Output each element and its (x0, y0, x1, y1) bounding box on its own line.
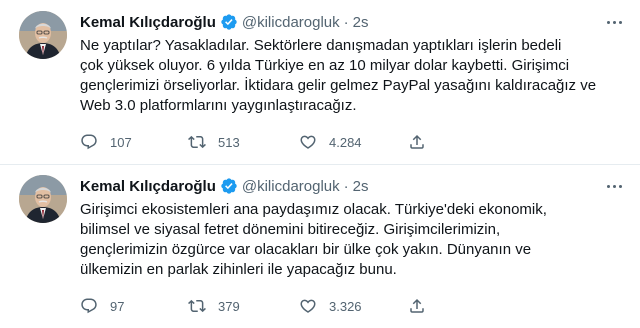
tweet-text-line: ülkemizin en parlak zihinleri ile yapaca… (80, 261, 397, 278)
more-options-icon[interactable] (604, 178, 624, 194)
tweet-text-line: gençlerimizin özgürce var olacakları bir… (80, 241, 532, 258)
retweet-icon (188, 299, 206, 313)
reply-button[interactable]: 107 (80, 132, 132, 152)
author-handle[interactable]: @kilicdarogluk (242, 14, 340, 31)
share-button[interactable] (408, 132, 426, 152)
retweet-button[interactable]: 379 (188, 296, 240, 316)
avatar[interactable] (19, 11, 67, 59)
reply-count: 107 (110, 134, 132, 150)
timestamp[interactable]: 2s (353, 178, 369, 195)
verified-badge-icon (220, 177, 238, 195)
reply-icon (81, 298, 97, 314)
tweet-actions: 107 513 4.284 (80, 132, 600, 152)
reply-count: 97 (110, 298, 125, 314)
like-count: 4.284 (329, 134, 362, 150)
tweet-text: Ne yaptılar? Yasakladılar. Sektörlere da… (80, 36, 600, 116)
tweet-text-line: Web 3.0 platformlarını yaygınlaştıracağı… (80, 97, 357, 114)
tweet-text-line: çok yüksek oluyor. 6 yılda Türkiye en az… (80, 57, 570, 74)
separator-dot: · (343, 13, 349, 31)
tweet[interactable]: Kemal Kılıçdaroğlu @kilicdarogluk · 2s G… (0, 164, 640, 328)
share-icon (410, 134, 424, 149)
timestamp[interactable]: 2s (353, 14, 369, 31)
author-name[interactable]: Kemal Kılıçdaroğlu (80, 178, 216, 195)
retweet-icon (188, 135, 206, 149)
tweet-text-line: bilimsel ve siyasal fetret dönemini biti… (80, 221, 501, 238)
more-options-icon[interactable] (604, 14, 624, 30)
tweet-header: Kemal Kılıçdaroğlu @kilicdarogluk · 2s (80, 176, 368, 196)
heart-icon (300, 135, 316, 149)
retweet-count: 379 (218, 298, 240, 314)
like-button[interactable]: 3.326 (299, 296, 362, 316)
tweet-text-line: gençlerimizi örseliyorlar. İktidara geli… (80, 77, 597, 94)
share-button[interactable] (408, 296, 426, 316)
retweet-count: 513 (218, 134, 240, 150)
tweet-text: Girişimci ekosistemleri ana paydaşımız o… (80, 200, 600, 280)
reply-button[interactable]: 97 (80, 296, 124, 316)
author-handle[interactable]: @kilicdarogluk (242, 178, 340, 195)
reply-icon (81, 134, 97, 150)
avatar[interactable] (19, 175, 67, 223)
tweet-actions: 97 379 3.326 (80, 296, 600, 316)
verified-badge-icon (220, 13, 238, 31)
like-button[interactable]: 4.284 (299, 132, 362, 152)
separator-dot: · (343, 177, 349, 195)
author-name[interactable]: Kemal Kılıçdaroğlu (80, 14, 216, 31)
tweet-text-line: Ne yaptılar? Yasakladılar. Sektörlere da… (80, 37, 562, 54)
heart-icon (300, 299, 316, 313)
like-count: 3.326 (329, 298, 362, 314)
tweet-text-line: Girişimci ekosistemleri ana paydaşımız o… (80, 201, 547, 218)
tweet-header: Kemal Kılıçdaroğlu @kilicdarogluk · 2s (80, 12, 368, 32)
retweet-button[interactable]: 513 (188, 132, 240, 152)
tweet[interactable]: Kemal Kılıçdaroğlu @kilicdarogluk · 2s N… (0, 0, 640, 164)
share-icon (410, 298, 424, 313)
